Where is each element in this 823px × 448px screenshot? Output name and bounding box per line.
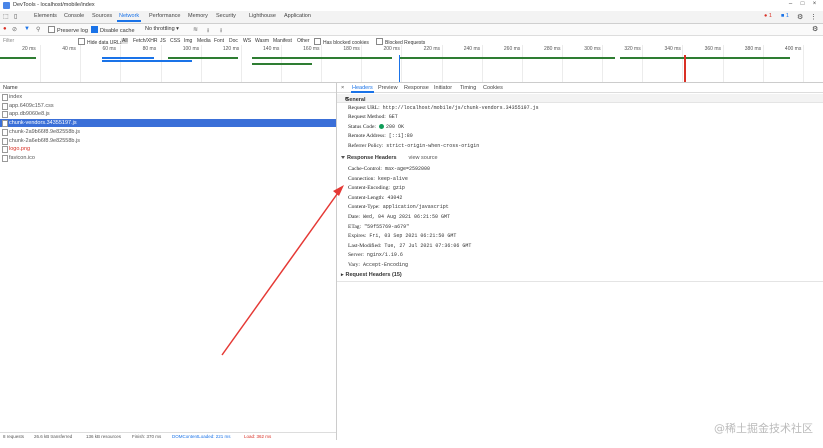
arrow-shaft <box>221 189 341 356</box>
watermark: @稀土掘金技术社区 <box>714 422 813 435</box>
arrow-head <box>333 185 344 196</box>
annotation-arrow <box>221 185 344 356</box>
